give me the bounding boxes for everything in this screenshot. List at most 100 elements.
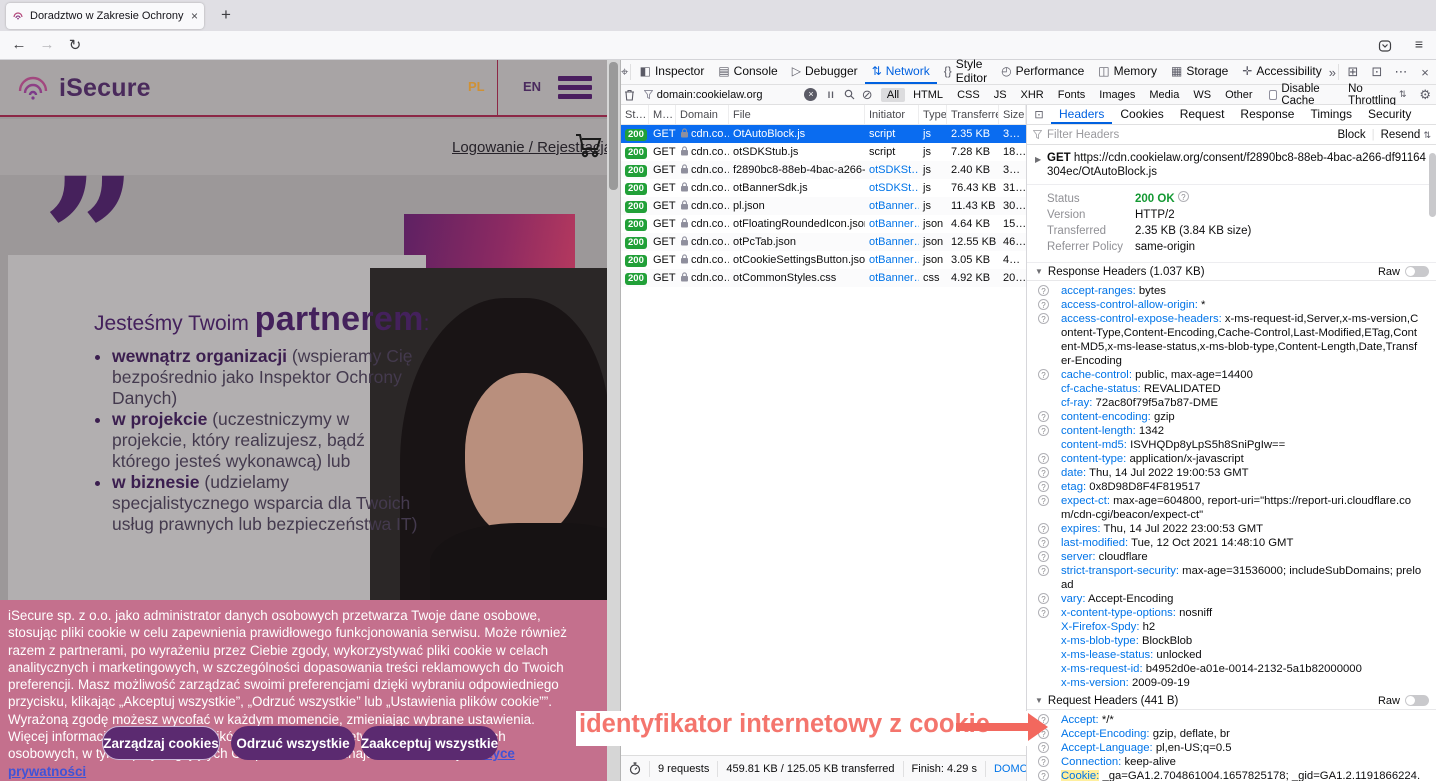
header-row[interactable]: ?access-control-allow-origin: *	[1027, 298, 1431, 312]
header-row[interactable]: X-Firefox-Spdy: h2	[1027, 620, 1431, 634]
header-row[interactable]: ?cache-control: public, max-age=14400	[1027, 368, 1431, 382]
help-icon[interactable]: ?	[1038, 369, 1049, 380]
clear-requests-trash-icon[interactable]	[621, 89, 639, 101]
more-tabs-chevron-icon[interactable]: »	[1329, 60, 1336, 84]
pick-element-icon[interactable]: ⌖	[621, 60, 628, 84]
initiator-cell[interactable]: otBanner…	[865, 218, 919, 230]
type-filter-js[interactable]: JS	[988, 88, 1013, 102]
back-icon[interactable]: ←	[8, 36, 30, 53]
devtools-tab-debugger[interactable]: ▷Debugger	[785, 60, 865, 84]
lang-pl-button[interactable]: PL	[468, 79, 485, 94]
help-icon[interactable]: ?	[1038, 453, 1049, 464]
details-tab-response[interactable]: Response	[1232, 105, 1302, 124]
column-header-m[interactable]: M…	[649, 105, 676, 124]
new-tab-button[interactable]: +	[214, 5, 238, 25]
browser-tab[interactable]: Doradztwo w Zakresie Ochrony Dany ×	[6, 3, 204, 29]
forward-icon[interactable]: →	[36, 36, 58, 53]
request-url-line[interactable]: ▶ GET https://cdn.cookielaw.org/consent/…	[1027, 145, 1436, 185]
initiator-cell[interactable]: otBanner…	[865, 236, 919, 248]
response-headers-section[interactable]: ▼ Response Headers (1.037 KB) Raw	[1027, 263, 1436, 281]
type-filter-images[interactable]: Images	[1093, 88, 1141, 102]
network-request-row[interactable]: 200GETcdn.co…OtAutoBlock.jsscriptjs2.35 …	[621, 125, 1026, 143]
type-filter-xhr[interactable]: XHR	[1015, 88, 1050, 102]
header-row[interactable]: ?vary: Accept-Encoding	[1027, 592, 1431, 606]
help-icon[interactable]: ?	[1038, 565, 1049, 576]
header-row[interactable]: x-ms-version: 2009-09-19	[1027, 676, 1431, 690]
header-row[interactable]: ?Accept-Language: pl,en-US;q=0.5	[1027, 741, 1431, 755]
column-header-type[interactable]: Type	[919, 105, 947, 124]
help-icon[interactable]: ?	[1038, 467, 1049, 478]
request-filter-input[interactable]: domain:cookielaw.org ×	[644, 88, 818, 101]
type-filter-fonts[interactable]: Fonts	[1052, 88, 1092, 102]
pocket-icon[interactable]	[1378, 36, 1400, 53]
help-icon[interactable]: ?	[1038, 756, 1049, 767]
lang-en-button[interactable]: EN	[523, 79, 541, 94]
header-row[interactable]: ?accept-ranges: bytes	[1027, 284, 1431, 298]
header-row[interactable]: ?access-control-expose-headers: x-ms-req…	[1027, 312, 1431, 368]
type-filter-ws[interactable]: WS	[1187, 88, 1217, 102]
network-table-header[interactable]: St…M…DomainFileInitiatorTypeTransferredS…	[621, 105, 1026, 125]
network-request-row[interactable]: 200GETcdn.co…otPcTab.jsonotBanner…json12…	[621, 233, 1026, 251]
details-tab-timings[interactable]: Timings	[1302, 105, 1360, 124]
site-scrollbar[interactable]	[607, 60, 620, 781]
network-request-row[interactable]: 200GETcdn.co…f2890bc8-88eb-4bac-a266-df9…	[621, 161, 1026, 179]
responsive-design-icon[interactable]: ⊞	[1341, 60, 1365, 84]
type-filter-all[interactable]: All	[881, 88, 905, 102]
header-row[interactable]: ?Accept-Encoding: gzip, deflate, br	[1027, 727, 1431, 741]
column-header-initiator[interactable]: Initiator	[865, 105, 919, 124]
resend-button[interactable]: Resend ⇅	[1381, 129, 1431, 141]
devtools-tab-style-editor[interactable]: {}Style Editor	[937, 60, 994, 84]
details-scrollbar-thumb[interactable]	[1429, 153, 1436, 217]
header-row[interactable]: ?content-length: 1342	[1027, 424, 1431, 438]
devtools-tab-inspector[interactable]: ◧Inspector	[633, 60, 712, 84]
header-row[interactable]: ?expect-ct: max-age=604800, report-uri="…	[1027, 494, 1431, 522]
devtools-tab-console[interactable]: ▤Console	[711, 60, 784, 84]
block-button[interactable]: Block	[1337, 129, 1365, 141]
collapse-caret-icon[interactable]: ▼	[1035, 696, 1043, 705]
network-request-row[interactable]: 200GETcdn.co…otCookieSettingsButton.json…	[621, 251, 1026, 269]
network-request-row[interactable]: 200GETcdn.co…otBannerSdk.jsotSDKSt…js76.…	[621, 179, 1026, 197]
initiator-cell[interactable]: otBanner…	[865, 254, 919, 266]
search-icon[interactable]	[840, 89, 858, 100]
header-row[interactable]: ?etag: 0x8D98D8F4F819517	[1027, 480, 1431, 494]
header-row[interactable]: ?Accept: */*	[1027, 713, 1431, 727]
help-icon[interactable]: ?	[1038, 285, 1049, 296]
header-row[interactable]: ?date: Thu, 14 Jul 2022 19:00:53 GMT	[1027, 466, 1431, 480]
devtools-tab-memory[interactable]: ◫Memory	[1091, 60, 1164, 84]
reload-icon[interactable]: ↻	[64, 36, 86, 54]
network-request-row[interactable]: 200GETcdn.co…pl.jsonotBanner…js11.43 KB3…	[621, 197, 1026, 215]
column-header-size[interactable]: Size	[999, 105, 1026, 124]
twisty-icon[interactable]: ▶	[1035, 153, 1041, 167]
network-request-row[interactable]: 200GETcdn.co…otSDKStub.jsscriptjs7.28 KB…	[621, 143, 1026, 161]
devtools-tab-network[interactable]: ⇅Network	[865, 60, 937, 84]
raw-toggle[interactable]	[1405, 266, 1429, 277]
initiator-cell[interactable]: otBanner…	[865, 200, 919, 212]
header-row[interactable]: x-ms-request-id: b4952d0e-a01e-0014-2132…	[1027, 662, 1431, 676]
headers-filter-placeholder[interactable]: Filter Headers	[1047, 129, 1119, 141]
collapse-caret-icon[interactable]: ▼	[1035, 267, 1043, 276]
request-headers-section[interactable]: ▼ Request Headers (441 B) Raw	[1027, 692, 1436, 710]
help-icon[interactable]: ?	[1038, 742, 1049, 753]
header-row[interactable]: cf-ray: 72ac80f79f5a7b87-DME	[1027, 396, 1431, 410]
performance-analysis-stopwatch-icon[interactable]	[621, 761, 650, 777]
network-request-row[interactable]: 200GETcdn.co…otCommonStyles.cssotBanner……	[621, 269, 1026, 287]
network-request-row[interactable]: 200GETcdn.co…otFloatingRoundedIcon.jsono…	[621, 215, 1026, 233]
pause-traffic-icon[interactable]: II	[822, 90, 840, 100]
disable-cache-checkbox[interactable]	[1269, 90, 1277, 100]
header-row[interactable]: ?content-type: application/x-javascript	[1027, 452, 1431, 466]
devtools-meatball-menu-icon[interactable]: ⋯	[1389, 60, 1413, 84]
details-tab-request[interactable]: Request	[1172, 105, 1233, 124]
devtools-close-icon[interactable]: ×	[1413, 60, 1436, 84]
expand-panel-icon[interactable]: ⊡	[1027, 105, 1051, 124]
header-row[interactable]: content-md5: ISVHQDp8yLpS5h8SniPgIw==	[1027, 438, 1431, 452]
header-row[interactable]: ?x-content-type-options: nosniff	[1027, 606, 1431, 620]
separate-window-icon[interactable]: ⊡	[1365, 60, 1389, 84]
header-row[interactable]: x-ms-blob-type: BlockBlob	[1027, 634, 1431, 648]
initiator-cell[interactable]: otSDKSt…	[865, 182, 919, 194]
help-icon[interactable]: ?	[1178, 191, 1189, 202]
type-filter-media[interactable]: Media	[1143, 88, 1185, 102]
site-scrollbar-thumb[interactable]	[609, 62, 618, 190]
header-row[interactable]: cf-cache-status: REVALIDATED	[1027, 382, 1431, 396]
help-icon[interactable]: ?	[1038, 537, 1049, 548]
devtools-tab-accessibility[interactable]: ✛Accessibility	[1235, 60, 1328, 84]
